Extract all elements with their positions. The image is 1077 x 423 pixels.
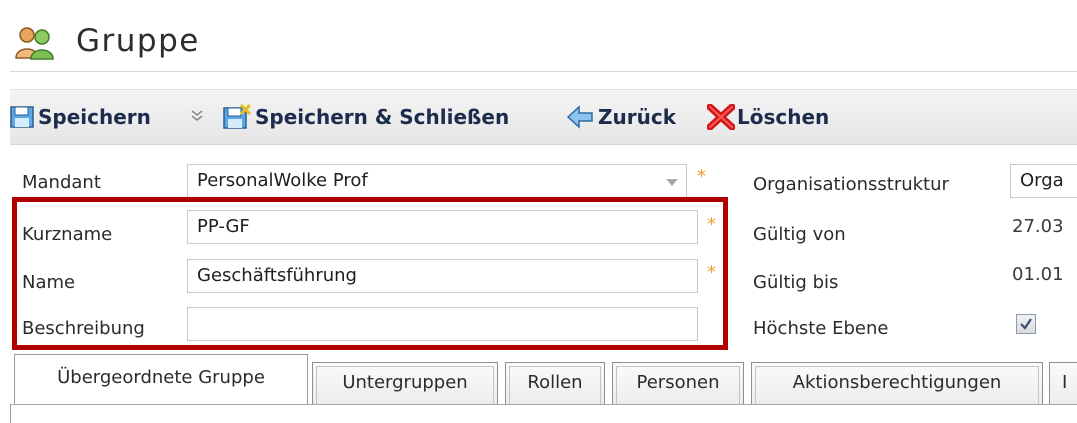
- toolbar: Speichern Speichern & Schließen Zurück L…: [10, 89, 1077, 145]
- mandant-select[interactable]: PersonalWolke Prof: [187, 164, 687, 198]
- tab-label: Übergeordnete Gruppe: [57, 367, 265, 388]
- page-title: Gruppe: [76, 23, 200, 59]
- organisationsstruktur-value: Orga: [1020, 170, 1064, 191]
- save-button[interactable]: Speichern: [10, 90, 151, 144]
- gueltig-bis-value: 01.01: [1012, 264, 1064, 285]
- organisationsstruktur-select[interactable]: Orga: [1010, 164, 1077, 198]
- save-and-close-button[interactable]: Speichern & Schließen: [223, 90, 509, 144]
- title-divider: [10, 71, 1077, 72]
- save-button-label: Speichern: [38, 105, 151, 129]
- mandant-value: PersonalWolke Prof: [197, 170, 368, 191]
- tab-frame: [616, 366, 740, 404]
- back-label: Zurück: [598, 105, 676, 129]
- tab-frame: [316, 366, 494, 404]
- hoechste-ebene-checkbox[interactable]: [1016, 314, 1036, 334]
- required-marker: *: [697, 166, 706, 187]
- back-arrow-icon: [566, 105, 593, 129]
- tab-strip-baseline: [10, 404, 1077, 405]
- highlight-box: [12, 197, 728, 350]
- checkmark-icon: [1020, 318, 1032, 330]
- page-header: Gruppe: [10, 14, 1077, 68]
- tab-rollen[interactable]: Rollen: [505, 362, 605, 404]
- tab-aktionsberechtigungen[interactable]: Aktionsberechtigungen: [751, 362, 1043, 404]
- chevron-down-icon[interactable]: [191, 109, 203, 123]
- gueltig-von-value: 27.03: [1012, 216, 1064, 237]
- save-close-icon: [223, 104, 251, 129]
- tab-more[interactable]: I: [1049, 362, 1077, 404]
- delete-x-icon: [707, 104, 735, 130]
- group-users-icon: [15, 27, 54, 60]
- gueltig-bis-label: Gültig bis: [753, 272, 839, 293]
- dropdown-arrow-icon[interactable]: [666, 179, 678, 186]
- gueltig-von-label: Gültig von: [753, 224, 846, 245]
- tab-frame: [509, 366, 601, 404]
- delete-button[interactable]: Löschen: [707, 90, 829, 144]
- organisationsstruktur-label: Organisationsstruktur: [753, 174, 949, 195]
- hoechste-ebene-label: Höchste Ebene: [753, 318, 889, 339]
- floppy-disk-icon: [10, 106, 34, 128]
- tab-uebergeordnete-gruppe[interactable]: Übergeordnete Gruppe: [14, 354, 308, 404]
- tab-label: I: [1062, 372, 1068, 393]
- tab-untergruppen[interactable]: Untergruppen: [312, 362, 498, 404]
- save-and-close-label: Speichern & Schließen: [255, 105, 510, 129]
- tab-personen[interactable]: Personen: [612, 362, 744, 404]
- mandant-label: Mandant: [22, 172, 101, 193]
- tab-frame: [755, 366, 1039, 404]
- delete-label: Löschen: [737, 105, 830, 129]
- back-button[interactable]: Zurück: [566, 90, 676, 144]
- panel-left-border: [10, 405, 11, 423]
